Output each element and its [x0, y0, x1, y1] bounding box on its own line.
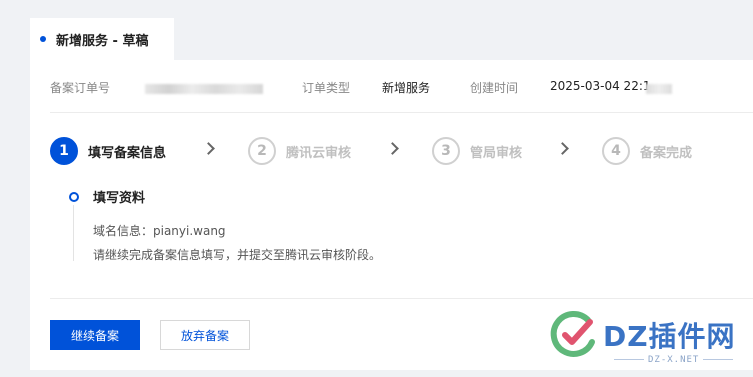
domain-info: 域名信息：pianyi.wang [93, 224, 226, 238]
watermark-brand: DZ插件网 [603, 320, 736, 353]
watermark: DZ插件网 DZ-X.NET [548, 300, 748, 372]
step-label: 备案完成 [640, 145, 693, 161]
step-label: 管局审核 [470, 145, 523, 161]
step-2: 2 腾讯云审核 [248, 136, 351, 166]
order-no-label: 备案订单号 [50, 81, 111, 95]
step-number: 1 [50, 137, 78, 165]
order-no-value-redacted [145, 84, 263, 94]
tab-title: 新增服务 - 草稿 [56, 33, 149, 49]
chevron-right-icon [202, 142, 215, 155]
step-number: 4 [602, 137, 630, 165]
timeline-title: 填写资料 [93, 191, 146, 206]
order-type-value: 新增服务 [382, 81, 431, 95]
step-number: 2 [248, 137, 276, 165]
timeline-dot-icon [69, 192, 79, 202]
step-1: 1 填写备案信息 [50, 136, 166, 166]
chevron-right-icon [556, 142, 569, 155]
created-time-label: 创建时间 [470, 81, 519, 95]
draft-tab[interactable]: 新增服务 - 草稿 [30, 18, 174, 60]
progress-steps: 1 填写备案信息 2 腾讯云审核 3 管局审核 4 备案完成 [50, 136, 750, 166]
step-3: 3 管局审核 [432, 136, 522, 166]
step-4: 4 备案完成 [602, 136, 692, 166]
step-label: 腾讯云审核 [286, 145, 352, 161]
abandon-filing-button[interactable]: 放弃备案 [160, 320, 250, 350]
watermark-sub: DZ-X.NET [610, 355, 737, 365]
step-number: 3 [432, 137, 460, 165]
step-label: 填写备案信息 [88, 145, 167, 161]
divider [50, 298, 753, 299]
created-time-value: 2025-03-04 22:1 [550, 79, 651, 93]
order-info-row: 备案订单号 订单类型 新增服务 创建时间 2025-03-04 22:1 [50, 79, 750, 99]
continue-filing-button[interactable]: 继续备案 [50, 320, 140, 350]
watermark-logo-icon [550, 311, 595, 357]
divider [50, 112, 753, 113]
created-time-redacted [646, 84, 672, 94]
chevron-right-icon [386, 142, 399, 155]
status-dot-icon [40, 36, 46, 42]
timeline-line [73, 205, 74, 261]
hint-text: 请继续完成备案信息填写，并提交至腾讯云审核阶段。 [93, 248, 382, 262]
order-type-label: 订单类型 [302, 81, 351, 95]
